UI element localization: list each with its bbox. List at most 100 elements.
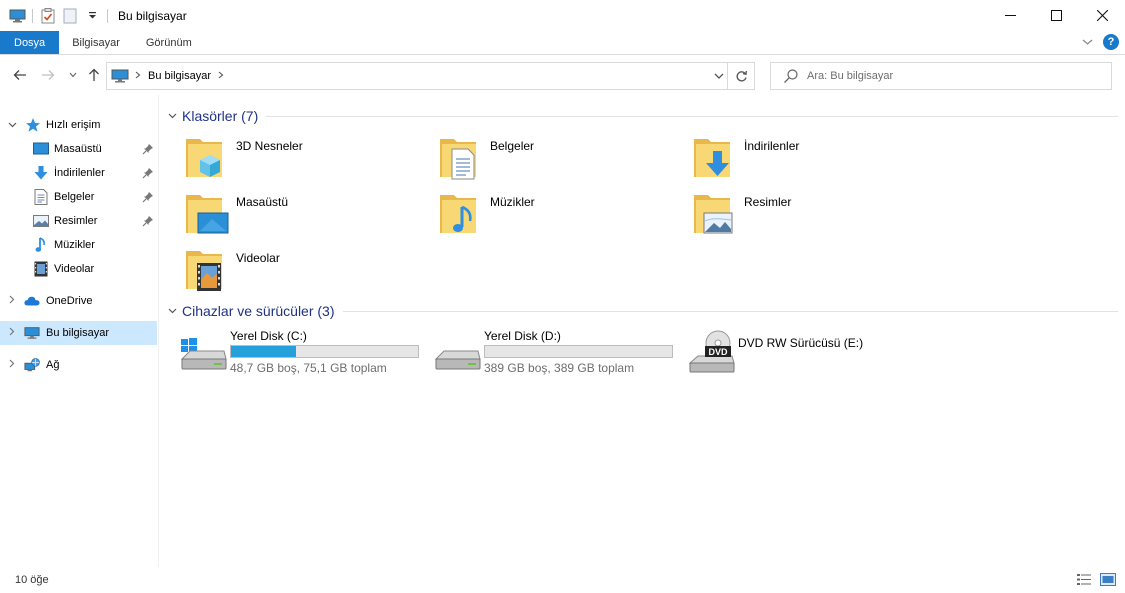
navigation-bar: Bu bilgisayar: [0, 55, 1125, 95]
dvd-badge: DVD: [708, 347, 728, 357]
sidebar-item-downloads[interactable]: İndirilenler: [0, 161, 157, 185]
back-button[interactable]: [10, 65, 30, 85]
sidebar-item-label: İndirilenler: [54, 167, 105, 179]
details-view-icon[interactable]: [1076, 573, 1092, 586]
folder-tile-documents[interactable]: Belgeler: [438, 135, 678, 187]
sidebar-item-label: Videolar: [54, 263, 95, 275]
chevron-down-icon: [69, 72, 77, 78]
folders-group-header[interactable]: Klasörler (7): [168, 105, 1118, 127]
close-icon: [1096, 10, 1108, 21]
navigation-pane: Hızlı erişim Masaüstü İndirilenler Belge…: [0, 95, 159, 567]
pin-icon[interactable]: [142, 215, 154, 227]
videos-icon: [33, 261, 49, 277]
search-icon: [784, 69, 798, 83]
drive-usage-bar: [484, 345, 673, 358]
drive-tile-e[interactable]: DVD DVD RW Sürücüsü (E:): [688, 329, 938, 381]
sidebar-item-music[interactable]: Müzikler: [0, 233, 157, 257]
sidebar-item-label: Ağ: [46, 359, 60, 371]
expand-chevron-icon[interactable]: [6, 327, 18, 339]
sidebar-item-onedrive[interactable]: OneDrive: [0, 289, 157, 313]
properties-icon[interactable]: [39, 7, 57, 25]
pictures-folder-icon: [694, 195, 733, 234]
pin-icon[interactable]: [142, 191, 154, 203]
desktop-folder-icon: [186, 195, 229, 234]
breadcrumb-chevron-icon[interactable]: [218, 71, 224, 82]
folder-tile-pictures[interactable]: Resimler: [692, 191, 932, 243]
expand-chevron-icon[interactable]: [6, 295, 18, 307]
folder-tile-desktop[interactable]: Masaüstü: [184, 191, 424, 243]
sidebar-item-quick-access[interactable]: Hızlı erişim: [0, 113, 157, 137]
new-folder-icon[interactable]: [61, 7, 79, 25]
group-divider: [266, 115, 1118, 117]
maximize-icon: [1050, 10, 1062, 21]
expand-chevron-icon[interactable]: [6, 359, 18, 371]
folder-tile-3d-objects[interactable]: 3D Nesneler: [184, 135, 424, 187]
breadcrumb-item-this-pc[interactable]: Bu bilgisayar: [148, 70, 211, 82]
sidebar-item-label: OneDrive: [46, 295, 93, 307]
documents-folder-icon: [440, 139, 476, 180]
sidebar-item-network[interactable]: Ağ: [0, 353, 157, 377]
sidebar-item-label: Masaüstü: [54, 143, 102, 155]
tab-dosya[interactable]: Dosya: [0, 31, 60, 54]
toolbar-separator: [107, 8, 108, 23]
breadcrumb-chevron-icon[interactable]: [135, 71, 141, 82]
view-switcher: [1076, 573, 1116, 586]
refresh-button[interactable]: [727, 63, 754, 89]
arrow-up-icon: [89, 68, 99, 81]
help-button[interactable]: ?: [1103, 34, 1119, 50]
tab-gorunum[interactable]: Görünüm: [133, 31, 205, 54]
collapse-chevron-icon[interactable]: [168, 306, 182, 317]
collapse-chevron-icon[interactable]: [168, 111, 182, 122]
folder-label: Videolar: [236, 251, 280, 265]
maximize-button[interactable]: [1033, 0, 1079, 31]
collapse-chevron-icon[interactable]: [6, 120, 18, 131]
drive-name: DVD RW Sürücüsü (E:): [738, 336, 864, 350]
folder-tile-music[interactable]: Müzikler: [438, 191, 678, 243]
address-dropdown-icon[interactable]: [712, 69, 726, 83]
drive-tile-d[interactable]: Yerel Disk (D:) 389 GB boş, 389 GB topla…: [434, 329, 684, 381]
search-input[interactable]: [807, 70, 1107, 82]
forward-button[interactable]: [38, 65, 58, 85]
window-controls: [987, 0, 1125, 31]
windows-drive-icon: [180, 338, 227, 370]
folder-tile-downloads[interactable]: İndirilenler: [692, 135, 932, 187]
documents-icon: [33, 189, 49, 205]
title-bar: Bu bilgisayar: [0, 0, 1125, 31]
search-box[interactable]: [770, 62, 1112, 90]
3d-objects-folder-icon: [186, 139, 222, 177]
folder-label: İndirilenler: [744, 139, 800, 153]
folder-label: 3D Nesneler: [236, 139, 303, 153]
devices-group-header[interactable]: Cihazlar ve sürücüler (3): [168, 300, 1118, 322]
close-button[interactable]: [1079, 0, 1125, 31]
sidebar-item-this-pc[interactable]: Bu bilgisayar: [0, 321, 157, 345]
cloud-icon: [24, 293, 40, 309]
computer-icon[interactable]: [8, 7, 26, 25]
sidebar-item-desktop[interactable]: Masaüstü: [0, 137, 157, 161]
status-bar: 10 öğe: [0, 567, 1125, 593]
sidebar-item-label: Müzikler: [54, 239, 95, 251]
drive-tile-c[interactable]: Yerel Disk (C:) 48,7 GB boş, 75,1 GB top…: [180, 329, 430, 381]
network-icon: [24, 357, 40, 373]
sidebar-item-videos[interactable]: Videolar: [0, 257, 157, 281]
sidebar-item-pictures[interactable]: Resimler: [0, 209, 157, 233]
breadcrumb: Bu bilgisayar: [135, 70, 224, 82]
minimize-button[interactable]: [987, 0, 1033, 31]
group-divider: [342, 310, 1118, 312]
expand-ribbon-chevron-icon[interactable]: [1082, 38, 1093, 46]
pin-icon[interactable]: [142, 143, 154, 155]
pin-icon[interactable]: [142, 167, 154, 179]
large-icons-view-icon[interactable]: [1100, 573, 1116, 586]
sidebar-item-documents[interactable]: Belgeler: [0, 185, 157, 209]
videos-folder-icon: [186, 251, 222, 291]
up-button[interactable]: [84, 65, 104, 85]
address-bar[interactable]: Bu bilgisayar: [106, 62, 755, 90]
recent-locations-button[interactable]: [63, 65, 83, 85]
drive-name: Yerel Disk (C:): [230, 329, 307, 343]
pictures-icon: [33, 213, 49, 229]
customize-toolbar-dropdown-icon[interactable]: [83, 7, 101, 25]
folder-label: Resimler: [744, 195, 792, 209]
window-title: Bu bilgisayar: [118, 8, 187, 23]
folder-tile-videos[interactable]: Videolar: [184, 247, 424, 299]
sidebar-item-label: Resimler: [54, 215, 98, 227]
tab-bilgisayar[interactable]: Bilgisayar: [59, 31, 133, 54]
